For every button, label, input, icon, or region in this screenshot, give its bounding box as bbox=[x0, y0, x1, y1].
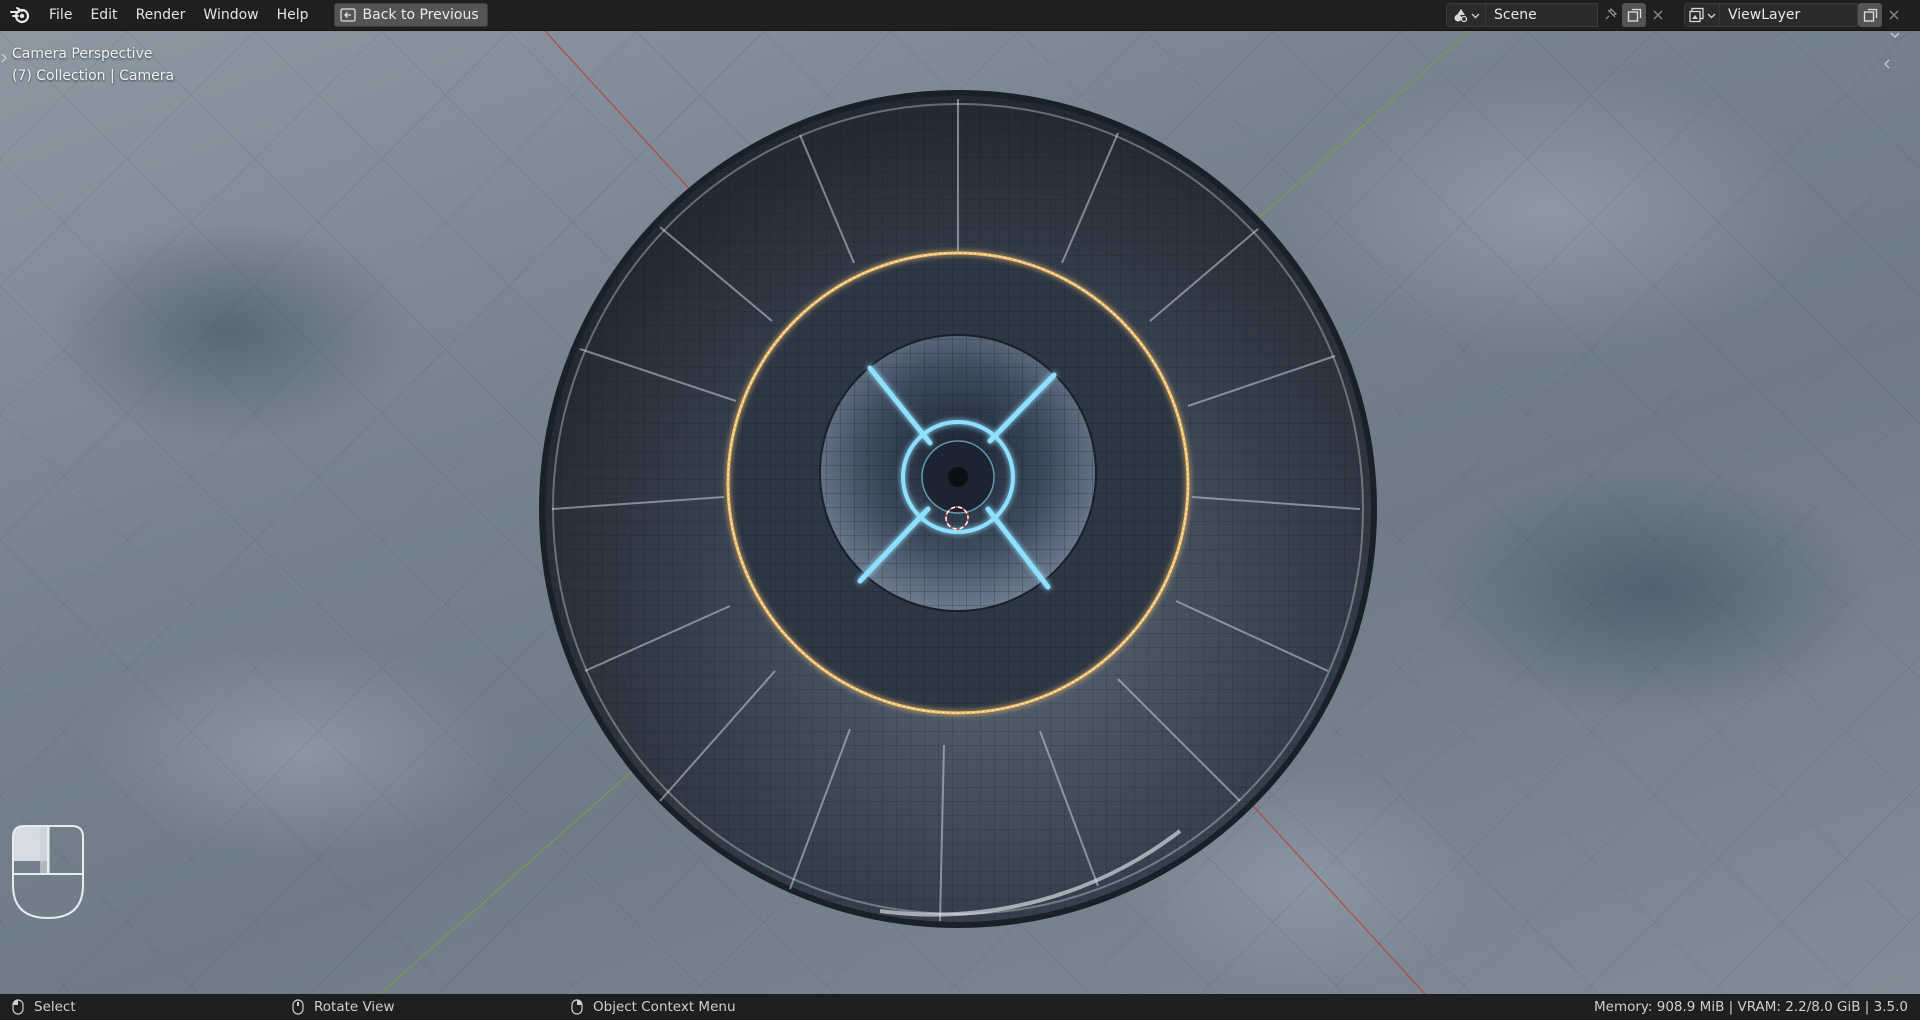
status-select: Select bbox=[12, 999, 76, 1015]
chevron-down-icon[interactable] bbox=[1888, 31, 1902, 39]
scene-name-field[interactable]: Scene bbox=[1486, 3, 1598, 27]
status-rotate-label: Rotate View bbox=[314, 999, 395, 1015]
new-viewlayer-button[interactable] bbox=[1858, 3, 1882, 27]
3d-viewport[interactable]: Camera Perspective (7) Collection | Came… bbox=[0, 31, 1920, 994]
viewlayer-type-dropdown[interactable] bbox=[1684, 3, 1720, 27]
status-context-menu: Object Context Menu bbox=[571, 999, 736, 1015]
duplicate-icon bbox=[1863, 8, 1877, 22]
view-name-text: Camera Perspective bbox=[12, 46, 153, 62]
viewport-info: Camera Perspective (7) Collection | Came… bbox=[12, 43, 174, 87]
close-icon bbox=[1889, 10, 1899, 20]
collection-info-text: (7) Collection | Camera bbox=[12, 68, 175, 84]
duplicate-icon bbox=[1627, 8, 1641, 22]
menu-help[interactable]: Help bbox=[268, 0, 318, 31]
blender-logo-icon[interactable] bbox=[0, 0, 40, 31]
ufo-model bbox=[539, 90, 1377, 928]
back-to-previous-button[interactable]: Back to Previous bbox=[333, 3, 488, 27]
top-bar: File Edit Render Window Help Back to Pre… bbox=[0, 0, 1920, 31]
new-scene-button[interactable] bbox=[1622, 3, 1646, 27]
render-layers-icon bbox=[1688, 7, 1704, 23]
mouse-right-click-icon bbox=[571, 999, 583, 1015]
status-rotate: Rotate View bbox=[292, 999, 395, 1015]
scene-icon bbox=[1454, 9, 1467, 23]
chevron-down-icon bbox=[1707, 13, 1715, 18]
chevron-down-icon bbox=[1471, 13, 1479, 18]
status-bar: Select Rotate View Object Context Menu M… bbox=[0, 994, 1920, 1020]
pin-icon bbox=[1605, 8, 1617, 20]
chevron-right-icon[interactable] bbox=[0, 51, 8, 65]
pin-scene-button[interactable] bbox=[1598, 3, 1622, 27]
menu-render[interactable]: Render bbox=[127, 0, 195, 31]
chevron-left-icon[interactable] bbox=[1880, 57, 1894, 71]
delete-viewlayer-button[interactable] bbox=[1882, 3, 1906, 27]
scene-selector: Scene bbox=[1446, 3, 1670, 27]
menu-edit[interactable]: Edit bbox=[81, 0, 126, 31]
mouse-icon bbox=[10, 823, 86, 925]
menu-window[interactable]: Window bbox=[194, 0, 267, 31]
status-context-label: Object Context Menu bbox=[593, 999, 736, 1015]
status-select-label: Select bbox=[34, 999, 76, 1015]
close-icon bbox=[1653, 10, 1663, 20]
delete-scene-button[interactable] bbox=[1646, 3, 1670, 27]
back-to-previous-label: Back to Previous bbox=[362, 7, 479, 23]
viewlayer-selector: ViewLayer bbox=[1684, 3, 1906, 27]
menu-file[interactable]: File bbox=[40, 0, 81, 31]
scene-type-dropdown[interactable] bbox=[1446, 3, 1486, 27]
viewlayer-name-field[interactable]: ViewLayer bbox=[1720, 3, 1858, 27]
viewport-scene bbox=[0, 31, 1920, 994]
status-stats: Memory: 908.9 MiB | VRAM: 2.2/8.0 GiB | … bbox=[1593, 999, 1908, 1015]
back-arrow-icon bbox=[339, 7, 357, 23]
mouse-middle-click-icon bbox=[292, 999, 304, 1015]
mouse-left-click-icon bbox=[12, 999, 24, 1015]
